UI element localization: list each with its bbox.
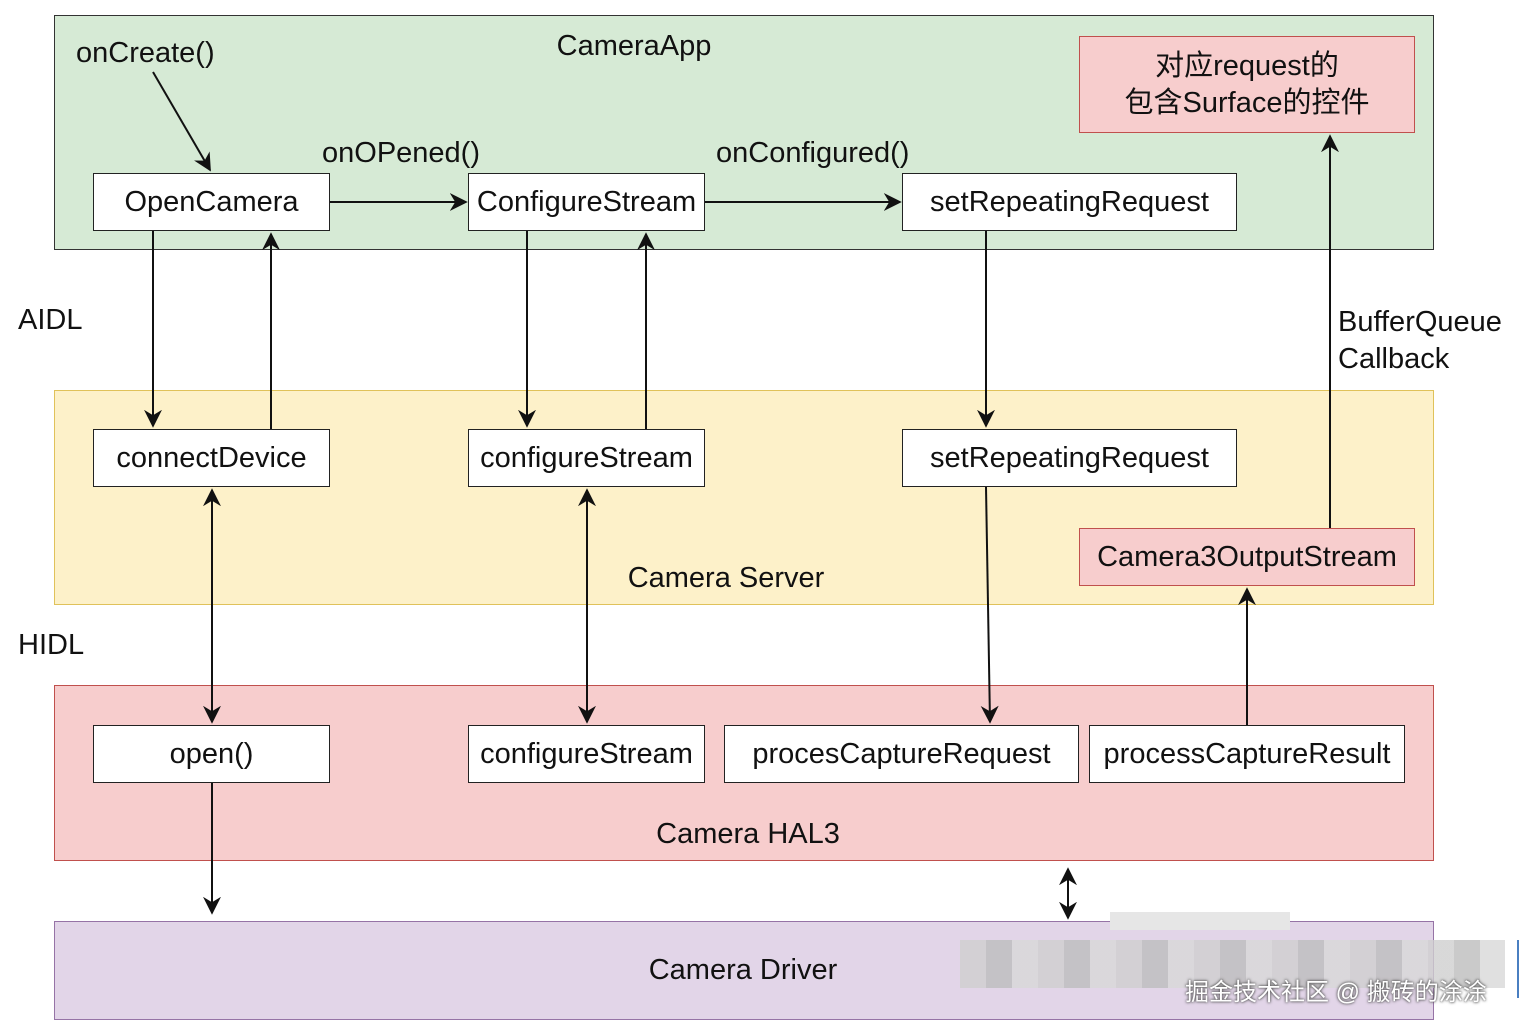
set-repeating-request-app-box: setRepeatingRequest: [902, 173, 1237, 231]
aidl-label: AIDL: [18, 304, 83, 336]
note-line-2: 包含Surface的控件: [1124, 86, 1370, 119]
open-hal-box: open(): [93, 725, 330, 783]
note-line-1: 对应request的: [1155, 50, 1339, 83]
open-camera-box: OpenCamera: [93, 173, 330, 231]
watermark-blur-top: [1110, 912, 1290, 930]
configure-stream-app-box: ConfigureStream: [468, 173, 705, 231]
camera3-output-stream-box: Camera3OutputStream: [1079, 528, 1415, 586]
surface-widget-note: 对应request的 包含Surface的控件: [1079, 36, 1415, 133]
camera-driver-title: Camera Driver: [648, 954, 838, 986]
on-configured-label: onConfigured(): [716, 137, 910, 169]
hidl-label: HIDL: [18, 629, 85, 661]
configure-stream-hal-box: configureStream: [468, 725, 705, 783]
camera-server-title: Camera Server: [627, 562, 825, 594]
process-capture-result-box: processCaptureResult: [1089, 725, 1405, 783]
configure-stream-server-box: configureStream: [468, 429, 705, 487]
edge-line: [1517, 940, 1519, 998]
on-create-label: onCreate(): [76, 37, 215, 69]
buffer-queue-label: BufferQueue: [1338, 306, 1502, 338]
callback-label: Callback: [1338, 343, 1450, 375]
watermark: 掘金技术社区 @ 搬砖的涂涂: [1185, 979, 1487, 1006]
camera-hal3-title: Camera HAL3: [656, 818, 840, 850]
process-capture-request-box: procesCaptureRequest: [724, 725, 1079, 783]
set-repeating-request-server-box: setRepeatingRequest: [902, 429, 1237, 487]
connect-device-box: connectDevice: [93, 429, 330, 487]
on-opened-label: onOPened(): [322, 137, 480, 169]
camera-app-title: CameraApp: [556, 30, 712, 62]
